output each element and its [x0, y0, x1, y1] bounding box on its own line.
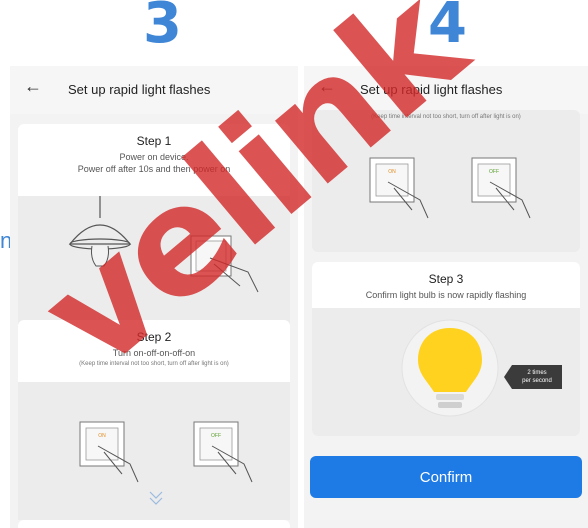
step-number-3: 3	[143, 0, 182, 56]
bulb-base-1	[436, 394, 464, 400]
switch-off-label: OFF	[489, 169, 499, 175]
switch-illustration: ON OFF	[79, 421, 253, 505]
confirm-button[interactable]: Confirm	[310, 456, 582, 498]
light-bulb-icon	[418, 328, 482, 392]
next-step-card-partial	[18, 520, 290, 528]
switch-illustration: ON OFF	[369, 157, 531, 219]
switch-on-label: ON	[98, 433, 106, 439]
app-screen-step-3: ← Set up rapid light flashes Step 1 Powe…	[10, 66, 298, 528]
step-2-card: Step 2 Turn on-off-on-off-on (Keep time …	[18, 320, 290, 520]
page-title: Set up rapid light flashes	[360, 82, 503, 97]
step-2-line-1: Turn on-off-on-off-on	[112, 348, 196, 358]
step-3-title: Step 3	[428, 272, 464, 286]
step-3-card: Step 3 Confirm light bulb is now rapidly…	[312, 262, 580, 436]
switch-on-label: ON	[388, 169, 396, 175]
app-screen-step-4: ← Set up rapid light flashes (Keep time …	[304, 66, 588, 528]
back-arrow-icon[interactable]: ←	[318, 76, 336, 97]
flash-rate-badge: 2 times per second	[504, 365, 562, 389]
step-2-note: (Keep time interval not too short, turn …	[79, 361, 229, 367]
bulb-base-2	[438, 402, 462, 408]
lamp-shade-icon	[68, 224, 132, 245]
badge-line-2: per second	[522, 378, 552, 384]
step-2-illustration-area: ON OFF	[18, 382, 290, 520]
step-1-title: Step 1	[136, 134, 172, 148]
top-bar: ← Set up rapid light flashes	[10, 66, 298, 114]
step-2-title: Step 2	[136, 330, 172, 344]
step-1-line-1: Power on device.	[119, 152, 189, 162]
switch-off-label: OFF	[211, 433, 221, 439]
switch-rocker	[195, 240, 227, 272]
step-number-4: 4	[428, 0, 467, 56]
back-arrow-icon[interactable]: ←	[24, 76, 42, 97]
step-3-line-1: Confirm light bulb is now rapidly flashi…	[365, 290, 527, 300]
chevron-down-icon[interactable]	[149, 491, 163, 505]
page-title: Set up rapid light flashes	[68, 82, 211, 97]
step-2-card-scrolled: (Keep time interval not too short, turn …	[312, 110, 580, 252]
step-1-line-2: Power off after 10s and then power on	[77, 164, 231, 174]
step-1-card: Step 1 Power on device. Power off after …	[18, 124, 290, 336]
lamp-and-hand-illustration	[68, 196, 259, 293]
step-1-illustration-area	[18, 196, 290, 336]
bulb-icon	[91, 245, 109, 267]
badge-line-1: 2 times	[527, 370, 547, 376]
top-bar: ← Set up rapid light flashes	[304, 66, 588, 114]
